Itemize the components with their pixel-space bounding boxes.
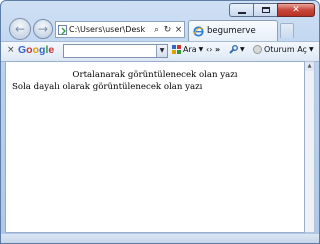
minimize-button[interactable] <box>229 3 253 17</box>
caption-buttons: ✕ <box>229 3 315 17</box>
more-button[interactable]: » <box>215 45 220 54</box>
google-search-icon <box>172 45 181 54</box>
address-bar[interactable]: C:\Users\user\Desk ⌕ ↻ × <box>55 21 185 38</box>
forward-button[interactable]: → <box>33 19 53 39</box>
maximize-button[interactable] <box>253 3 277 17</box>
back-button[interactable]: ← <box>9 18 31 40</box>
share-button[interactable]: ‹› <box>206 45 212 54</box>
status-bar <box>1 234 319 243</box>
wrench-button[interactable]: ▼ <box>229 45 245 54</box>
minimize-icon <box>237 11 246 14</box>
maximize-icon <box>261 7 270 13</box>
wrench-icon <box>229 45 238 54</box>
ie-icon <box>193 25 204 37</box>
page-icon <box>58 24 67 35</box>
google-search-input[interactable]: ▼ <box>63 44 168 58</box>
chevron-down-icon: ▼ <box>240 46 245 53</box>
search-icon[interactable]: ⌕ <box>151 25 162 35</box>
chevron-down-icon[interactable]: ▼ <box>156 45 167 57</box>
refresh-icon[interactable]: ↻ <box>162 25 173 35</box>
more-label: » <box>215 45 221 54</box>
signin-button[interactable]: Oturum Aç ▼ <box>253 45 314 54</box>
arrow-right-icon: → <box>37 22 49 36</box>
tab-begumerve[interactable]: begumerve <box>188 20 278 41</box>
google-logo-letter: e <box>48 44 55 56</box>
vertical-scrollbar[interactable]: ▲ <box>305 61 315 233</box>
left-aligned-text: Sola dayalı olarak görüntülenecek olan y… <box>12 82 203 92</box>
tab-title: begumerve <box>207 26 256 36</box>
arrow-left-icon: ← <box>14 22 26 36</box>
ara-label: Ara <box>183 45 197 54</box>
new-tab-button[interactable] <box>280 23 294 38</box>
user-icon <box>253 45 262 54</box>
address-url[interactable]: C:\Users\user\Desk <box>69 25 151 34</box>
google-logo: Google <box>18 44 54 56</box>
google-toolbar: × Google ▼ Ara ▼ ‹› » ▼ Oturum Aç ▼ <box>1 41 319 62</box>
close-window-button[interactable]: ✕ <box>277 3 315 17</box>
google-logo-letter: G <box>18 44 27 56</box>
signin-label: Oturum Aç <box>264 45 307 54</box>
scroll-up-icon[interactable]: ▲ <box>305 62 314 71</box>
browser-window: ✕ ← → C:\Users\user\Desk ⌕ ↻ × begumerve… <box>0 0 320 244</box>
centered-text: Ortalanarak görüntülenecek olan yazı <box>72 70 238 80</box>
ara-button[interactable]: Ara ▼ <box>172 45 203 54</box>
close-icon: ✕ <box>292 5 300 15</box>
navigation-bar: ← → C:\Users\user\Desk ⌕ ↻ × begumerve <box>5 18 315 41</box>
stop-icon[interactable]: × <box>173 25 184 35</box>
share-icon: ‹› <box>206 45 213 54</box>
chevron-down-icon: ▼ <box>198 46 204 53</box>
chevron-down-icon: ▼ <box>308 46 314 53</box>
page-content: Ortalanarak görüntülenecek olan yazı Sol… <box>5 61 305 233</box>
close-toolbar-icon[interactable]: × <box>7 45 15 55</box>
